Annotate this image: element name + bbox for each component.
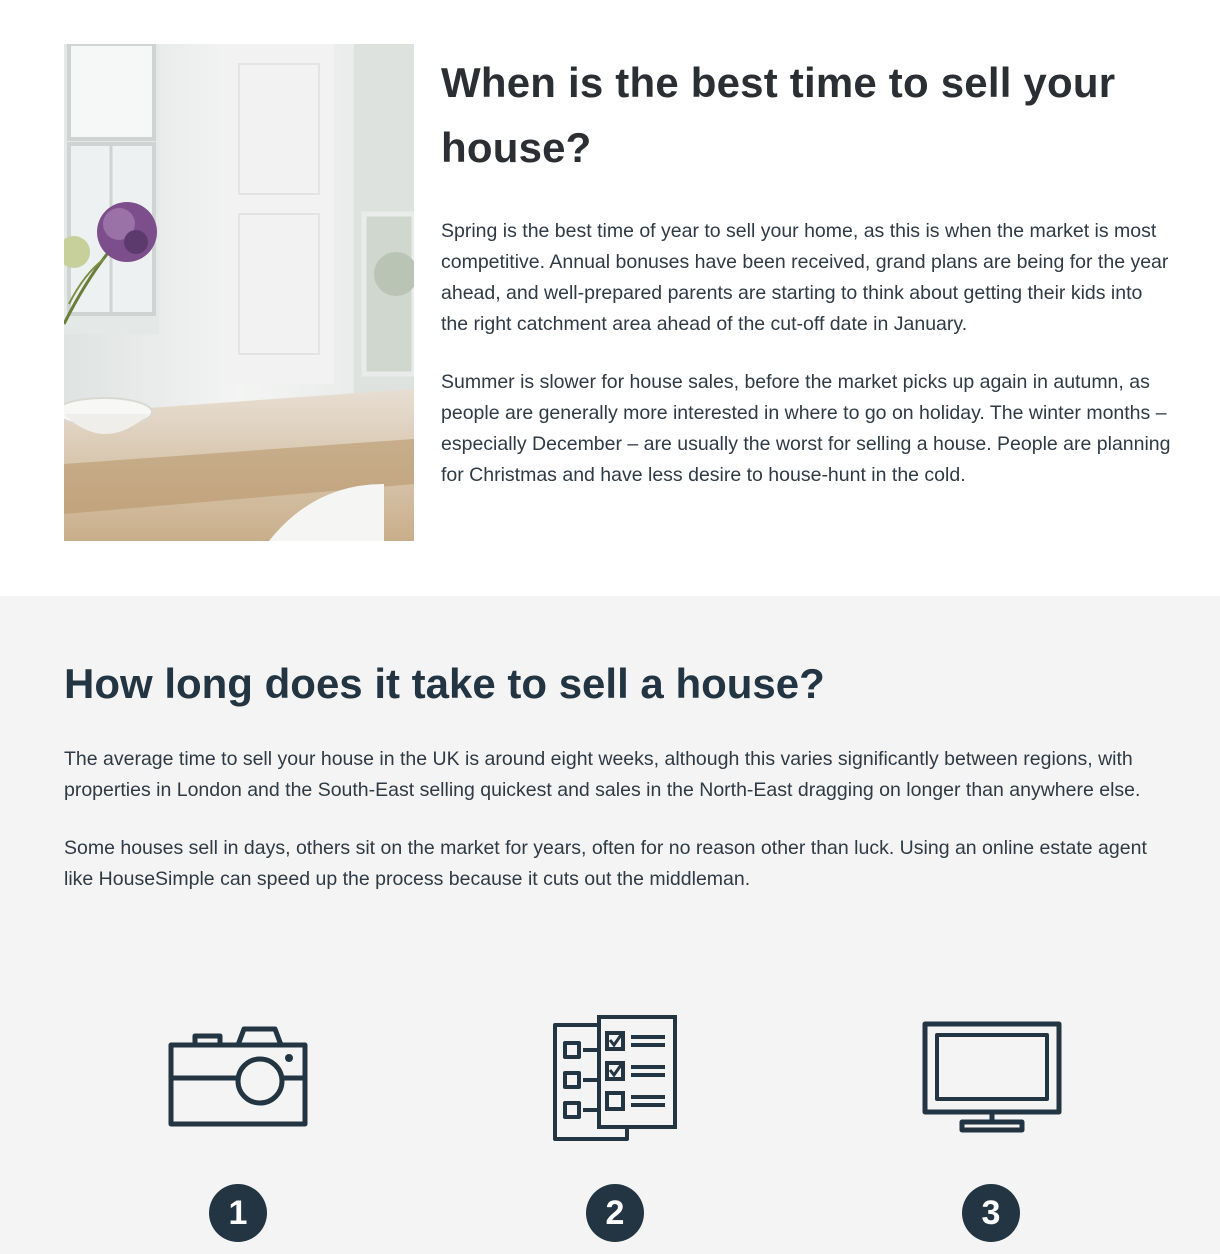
step-2	[536, 1014, 696, 1141]
how-long-heading: How long does it take to sell a house?	[64, 660, 825, 707]
step-number-badge: 2	[586, 1184, 644, 1242]
step-1	[158, 1015, 318, 1140]
checklist-icon	[536, 1014, 696, 1141]
how-long-content: The average time to sell your house in t…	[64, 744, 1164, 895]
step-number-badge: 3	[962, 1184, 1020, 1242]
best-time-content: When is the best time to sell your house…	[441, 50, 1171, 491]
monitor-icon	[912, 1015, 1072, 1140]
best-time-paragraph: Summer is slower for house sales, before…	[441, 371, 1171, 486]
best-time-paragraph: Spring is the best time of year to sell …	[441, 220, 1169, 335]
step-number-badge: 1	[209, 1184, 267, 1242]
camera-icon	[158, 1015, 318, 1140]
how-long-paragraph: The average time to sell your house in t…	[64, 748, 1141, 801]
kitchen-table-photo	[64, 44, 414, 541]
best-time-section: When is the best time to sell your house…	[0, 0, 1220, 596]
step-3	[912, 1015, 1072, 1140]
how-long-paragraph: Some houses sell in days, others sit on …	[64, 837, 1147, 890]
best-time-heading: When is the best time to sell your house…	[441, 59, 1116, 171]
